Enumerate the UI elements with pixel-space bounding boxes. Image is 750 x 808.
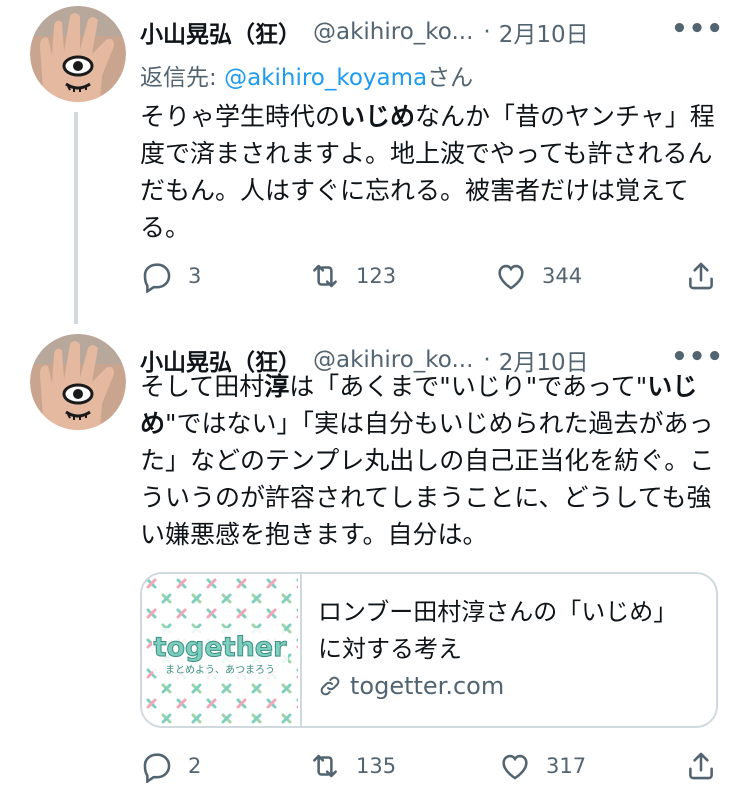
share-icon (689, 262, 713, 290)
action-bar: 3 123 344 (140, 256, 730, 296)
reply-mention-link[interactable]: @akihiro_koyama (224, 65, 427, 91)
text-bold: いじめ (340, 102, 416, 131)
link-card[interactable]: together まとめよう、あつまろう ロンブー田村淳さんの「いじめ」に対する… (140, 572, 718, 728)
tweet-1[interactable]: 小山晃弘（狂） @akihiro_ko... · 2月10日 ••• 返信先: … (0, 0, 750, 324)
author-name[interactable]: 小山晃弘（狂） (140, 15, 301, 49)
retweet-icon (313, 264, 337, 288)
reply-button[interactable]: 2 (140, 746, 201, 786)
tweet-2[interactable]: 小山晃弘（狂） @akihiro_ko... · 2月10日 ••• そして田村… (0, 322, 750, 808)
retweet-count: 123 (356, 264, 397, 288)
reply-button[interactable]: 3 (140, 256, 201, 296)
retweet-button[interactable]: 135 (308, 746, 396, 786)
more-icon[interactable]: ••• (671, 14, 724, 44)
avatar[interactable] (30, 334, 126, 430)
tweet-text: そりゃ学生時代のいじめなんか「昔のヤンチャ」程度で済まされますよ。地上波でやって… (140, 98, 730, 246)
reply-icon (143, 263, 171, 293)
separator: · (483, 19, 491, 45)
share-button[interactable] (684, 256, 718, 296)
like-button[interactable]: 344 (494, 256, 582, 296)
retweet-icon (313, 754, 337, 778)
thread-line (74, 112, 78, 324)
card-domain-text: togetter.com (350, 672, 505, 700)
retweet-count: 135 (356, 754, 397, 778)
like-button[interactable]: 317 (498, 746, 586, 786)
text-part: は「あくまで"いじり"であって" (289, 372, 648, 401)
author-handle[interactable]: @akihiro_ko... (313, 19, 473, 45)
retweet-button[interactable]: 123 (308, 256, 396, 296)
text-part: "ではない」「実は自分もいじめられた過去があった」などのテンプレ丸出しの自己正当… (140, 409, 715, 549)
like-count: 344 (542, 264, 583, 288)
reply-prefix: 返信先: (140, 65, 225, 91)
tweet-header: 小山晃弘（狂） @akihiro_ko... · 2月10日 ••• (140, 14, 730, 50)
tweet-date[interactable]: 2月10日 (499, 15, 589, 49)
share-button[interactable] (684, 746, 718, 786)
logo-text: together (154, 632, 288, 663)
reply-to: 返信先: @akihiro_koyamaさん (140, 58, 473, 92)
avatar[interactable] (30, 6, 126, 102)
card-title: ロンブー田村淳さんの「いじめ」に対する考え (318, 598, 678, 663)
text-part: そりゃ学生時代の (140, 102, 341, 131)
logo-tagline: まとめよう、あつまろう (165, 664, 275, 676)
reply-suffix: さん (427, 65, 474, 91)
togetter-logo-image: together まとめよう、あつまろう (142, 574, 298, 726)
hand-eye-avatar-icon (30, 6, 126, 102)
share-icon (689, 752, 713, 780)
card-image: together まとめよう、あつまろう (142, 574, 302, 726)
reply-count: 3 (188, 264, 202, 288)
reply-count: 2 (188, 754, 202, 778)
like-count: 317 (546, 754, 587, 778)
text-part: そして田村 (140, 372, 265, 401)
text-bold: 淳 (264, 372, 290, 401)
card-domain: togetter.com (318, 672, 504, 700)
tweet-text: そして田村淳は「あくまで"いじり"であって"いじめ"ではない」「実は自分もいじめ… (140, 368, 730, 553)
reply-icon (143, 753, 171, 783)
link-icon (320, 676, 340, 696)
like-icon (498, 264, 524, 290)
action-bar: 2 135 317 (140, 746, 730, 786)
like-icon (502, 754, 528, 780)
hand-eye-avatar-icon (30, 334, 126, 430)
